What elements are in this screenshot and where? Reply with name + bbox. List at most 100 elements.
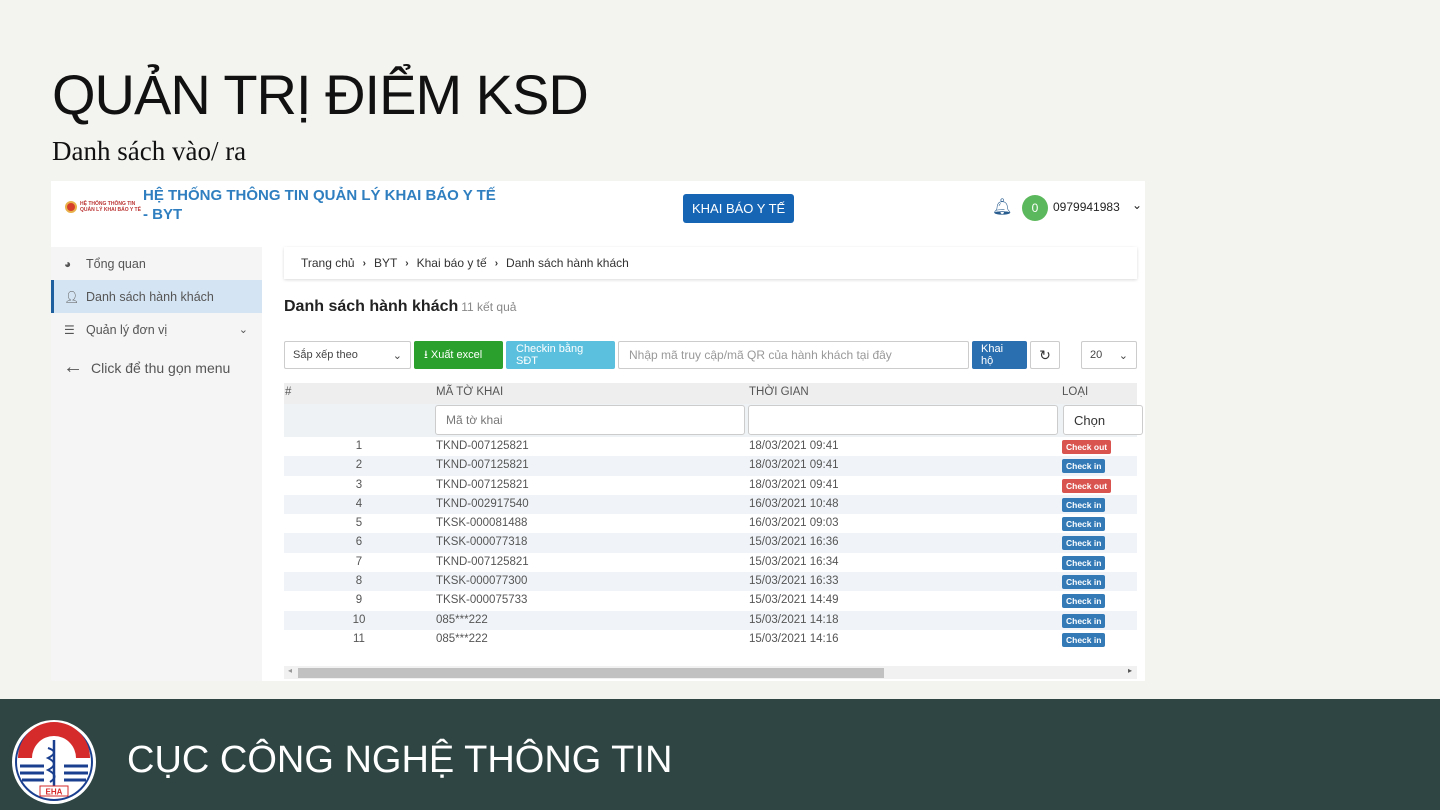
checkin-badge: Check in <box>1062 575 1106 590</box>
code-filter-input[interactable]: Mã tờ khai <box>435 405 745 435</box>
table-row[interactable]: 11 085***222 15/03/2021 14:16 Check in <box>284 630 1137 649</box>
row-number: 3 <box>355 478 363 491</box>
arrow-left-icon: ← <box>63 356 83 378</box>
row-number: 11 <box>353 632 365 645</box>
row-time: 15/03/2021 16:36 <box>749 536 839 549</box>
user-icon: 👤︎ <box>64 289 80 304</box>
collapse-menu-button[interactable]: ← Click để thu gọn menu <box>51 356 262 379</box>
checkin-badge: Check in <box>1062 459 1106 474</box>
checkin-badge: Check in <box>1062 497 1106 512</box>
row-number: 7 <box>355 555 363 568</box>
row-time: 15/03/2021 14:49 <box>749 594 839 607</box>
scroll-left-icon: ◂ <box>288 666 293 675</box>
page-title: Danh sách hành khách 11 kết quả <box>284 298 517 315</box>
checkout-badge: Check out <box>1062 440 1112 454</box>
row-time: 15/03/2021 14:16 <box>749 632 839 645</box>
row-number: 5 <box>355 517 363 530</box>
row-time: 16/03/2021 10:48 <box>749 497 839 510</box>
app-logo: HỆ THỐNG THÔNG TIN QUẢN LÝ KHAI BÁO Y TẾ <box>65 201 141 213</box>
row-code: 085***222 <box>436 632 488 645</box>
bell-icon[interactable]: 🔔︎ <box>992 197 1012 217</box>
chevron-down-icon[interactable]: ⌄ <box>1132 198 1142 212</box>
svg-text:EHA: EHA <box>46 788 63 797</box>
table-row[interactable]: 3 TKND-007125821 18/03/2021 09:41 Check … <box>284 476 1137 495</box>
row-number: 4 <box>355 497 363 510</box>
row-code: TKSK-000075733 <box>436 594 528 607</box>
sidebar: ◕ Tổng quan 👤︎ Danh sách hành khách ☰ Quản … <box>51 247 262 681</box>
organization-name: CỤC CÔNG NGHỆ THÔNG TIN <box>127 739 673 781</box>
row-time: 18/03/2021 09:41 <box>749 440 839 452</box>
scroll-right-icon: ▸ <box>1127 666 1132 675</box>
toolbar: Sắp xếp theo ⌄ ⭳ Xuất excel Checkin bằng S… <box>284 341 1137 369</box>
page-size-select[interactable]: 20 ⌄ <box>1081 341 1137 369</box>
table-row[interactable]: 4 TKND-002917540 16/03/2021 10:48 Check … <box>284 494 1137 515</box>
chevron-right-icon: › <box>405 257 409 269</box>
table-row[interactable]: 5 TKSK-000081488 16/03/2021 09:03 Check … <box>284 514 1137 533</box>
row-time: 15/03/2021 16:33 <box>749 575 839 588</box>
row-code: TKND-002917540 <box>436 497 529 510</box>
table-row[interactable]: 8 TKSK-000077300 15/03/2021 16:33 Check … <box>284 572 1137 592</box>
checkin-badge: Check in <box>1062 536 1106 551</box>
checkin-phone-button[interactable]: Checkin bằng SĐT <box>506 341 615 369</box>
sort-select[interactable]: Sắp xếp theo ⌄ <box>284 341 411 369</box>
sidebar-item-tong-quan[interactable]: ◕ Tổng quan <box>51 247 262 280</box>
dashboard-icon: ◕ <box>64 256 72 271</box>
export-excel-button[interactable]: ⭳ Xuất excel <box>414 341 503 369</box>
row-number: 6 <box>355 536 363 549</box>
checkin-badge: Check in <box>1062 517 1106 532</box>
row-number: 8 <box>355 575 363 588</box>
sidebar-item-quan-ly-don-vi[interactable]: ☰ Quản lý đơn vị ⌄ <box>51 313 262 346</box>
chevron-right-icon: › <box>494 257 499 269</box>
table-row[interactable]: 6 TKSK-000077318 15/03/2021 16:36 Check … <box>284 533 1137 553</box>
user-name[interactable]: 0979941983 <box>1053 200 1120 214</box>
khai-bao-y-te-button[interactable]: KHAI BÁO Y TẾ <box>683 194 795 223</box>
slide-subtitle: Danh sách vào/ ra <box>52 136 247 166</box>
khai-ho-button[interactable]: Khai hộ <box>972 341 1027 369</box>
time-filter-input[interactable] <box>748 405 1058 435</box>
checkout-badge: Check out <box>1062 478 1112 493</box>
passenger-table: # MÃ TỜ KHAI THỜI GIAN LOẠI Mã tờ khai C… <box>284 383 1143 649</box>
checkin-badge: Check in <box>1062 555 1106 570</box>
row-time: 15/03/2021 16:34 <box>749 555 839 568</box>
row-time: 18/03/2021 09:41 <box>749 478 839 491</box>
chevron-down-icon: ⌄ <box>392 349 402 362</box>
scrollbar-thumb[interactable] <box>298 668 884 678</box>
row-code: 085***222 <box>436 613 488 626</box>
table-row[interactable]: 7 TKND-007125821 15/03/2021 16:34 Check … <box>284 553 1137 572</box>
breadcrumb-item[interactable]: Trang chủ <box>301 256 355 270</box>
row-number: 2 <box>355 459 363 472</box>
row-time: 18/03/2021 09:41 <box>749 459 839 472</box>
row-code: TKND-007125821 <box>436 478 529 491</box>
row-code: TKND-007125821 <box>436 555 529 568</box>
download-icon: ⭳ <box>424 348 428 361</box>
table-row[interactable]: 9 TKSK-000075733 15/03/2021 14:49 Check … <box>284 591 1137 610</box>
result-count: 11 kết quả <box>461 300 517 314</box>
table-header: # MÃ TỜ KHAI THỜI GIAN LOẠI <box>284 383 1137 404</box>
refresh-icon[interactable]: ↻ <box>1030 341 1060 369</box>
row-code: TKND-007125821 <box>436 459 529 472</box>
breadcrumb-item: Danh sách hành khách <box>506 256 629 270</box>
row-code: TKND-007125821 <box>436 440 529 452</box>
avatar[interactable]: 0 <box>1022 195 1048 221</box>
table-row[interactable]: 1 TKND-007125821 18/03/2021 09:41 Check … <box>284 437 1137 456</box>
row-time: 16/03/2021 09:03 <box>749 517 839 530</box>
breadcrumb: Trang chủ › BYT › Khai báo y tế › Danh sách… <box>284 247 1137 279</box>
slide-title: QUẢN TRỊ ĐIỂM KSD <box>52 63 589 126</box>
filter-row: Mã tờ khai Chọn <box>284 404 1143 437</box>
horizontal-scrollbar[interactable]: ◂ ▸ <box>284 666 1137 679</box>
breadcrumb-item[interactable]: BYT <box>374 256 397 270</box>
row-number: 1 <box>355 440 363 452</box>
type-filter-select[interactable]: Chọn <box>1063 405 1143 435</box>
row-code: TKSK-000081488 <box>436 517 528 530</box>
chevron-down-icon: ⌄ <box>238 324 248 336</box>
row-code: TKSK-000077318 <box>436 536 528 549</box>
footer: EHA CỤC CÔNG NGHỆ THÔNG TIN <box>0 699 1440 810</box>
search-input[interactable]: Nhập mã truy cập/mã QR của hành khách tạ… <box>618 341 969 369</box>
checkin-badge: Check in <box>1062 613 1106 628</box>
sidebar-item-danh-sach-hanh-khach[interactable]: 👤︎ Danh sách hành khách <box>51 280 262 313</box>
breadcrumb-item[interactable]: Khai báo y tế <box>417 256 487 270</box>
checkin-badge: Check in <box>1062 594 1106 609</box>
table-row[interactable]: 2 TKND-007125821 18/03/2021 09:41 Check … <box>284 456 1137 476</box>
table-row[interactable]: 10 085***222 15/03/2021 14:18 Check in <box>284 610 1137 630</box>
row-code: TKSK-000077300 <box>436 575 528 588</box>
